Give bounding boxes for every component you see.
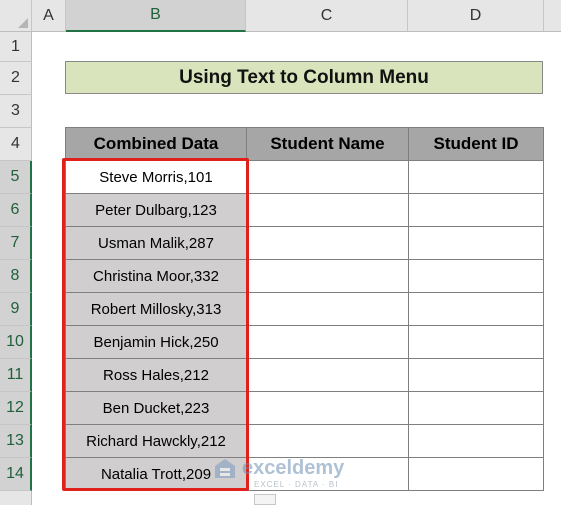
student-name-cell[interactable] xyxy=(246,325,409,359)
row-header-11[interactable]: 11 xyxy=(0,359,32,392)
student-id-cell[interactable] xyxy=(408,424,544,458)
quick-analysis-button[interactable] xyxy=(254,494,276,505)
combined-data-cell[interactable]: Peter Dulbarg,123 xyxy=(65,193,247,227)
row-header-13[interactable]: 13 xyxy=(0,425,32,458)
row-header-7[interactable]: 7 xyxy=(0,227,32,260)
header-student-id[interactable]: Student ID xyxy=(408,127,544,161)
combined-data-cell[interactable]: Christina Moor,332 xyxy=(65,259,247,293)
header-student-name[interactable]: Student Name xyxy=(246,127,409,161)
student-id-cell[interactable] xyxy=(408,292,544,326)
row-header-2[interactable]: 2 xyxy=(0,62,32,95)
combined-data-cell[interactable]: Ross Hales,212 xyxy=(65,358,247,392)
column-header-e[interactable] xyxy=(544,0,561,32)
student-name-cell[interactable] xyxy=(246,424,409,458)
student-id-cell[interactable] xyxy=(408,457,544,491)
row-header-4[interactable]: 4 xyxy=(0,128,32,161)
student-id-cell[interactable] xyxy=(408,193,544,227)
student-name-cell[interactable] xyxy=(246,193,409,227)
row-header-3[interactable]: 3 xyxy=(0,95,32,128)
header-combined-data[interactable]: Combined Data xyxy=(65,127,247,161)
watermark-tagline: EXCEL · DATA · BI xyxy=(254,480,339,489)
select-all-corner[interactable] xyxy=(0,0,32,32)
row-header-8[interactable]: 8 xyxy=(0,260,32,293)
student-id-cell[interactable] xyxy=(408,160,544,194)
row-header-12[interactable]: 12 xyxy=(0,392,32,425)
row-header-6[interactable]: 6 xyxy=(0,194,32,227)
exceldemy-logo-icon xyxy=(215,459,235,478)
row-header-15[interactable] xyxy=(0,491,32,505)
row-header-10[interactable]: 10 xyxy=(0,326,32,359)
combined-data-cell[interactable]: Robert Millosky,313 xyxy=(65,292,247,326)
student-id-cell[interactable] xyxy=(408,391,544,425)
student-id-cell[interactable] xyxy=(408,325,544,359)
student-name-cell[interactable] xyxy=(246,391,409,425)
combined-data-cell[interactable]: Benjamin Hick,250 xyxy=(65,325,247,359)
combined-data-cell[interactable]: Ben Ducket,223 xyxy=(65,391,247,425)
row-header-9[interactable]: 9 xyxy=(0,293,32,326)
sheet-title[interactable]: Using Text to Column Menu xyxy=(65,61,543,94)
student-name-cell[interactable] xyxy=(246,358,409,392)
student-name-cell[interactable] xyxy=(246,259,409,293)
row-header-5[interactable]: 5 xyxy=(0,161,32,194)
combined-data-cell[interactable]: Steve Morris,101 xyxy=(65,160,247,194)
spreadsheet: A B C D 1 2 3 4 5 6 7 8 9 10 11 12 13 14… xyxy=(0,0,561,505)
column-header-b[interactable]: B xyxy=(66,0,246,32)
row-header-14[interactable]: 14 xyxy=(0,458,32,491)
student-name-cell[interactable] xyxy=(246,160,409,194)
student-id-cell[interactable] xyxy=(408,358,544,392)
watermark-brand: exceldemy xyxy=(242,457,345,479)
student-id-cell[interactable] xyxy=(408,226,544,260)
row-header-1[interactable]: 1 xyxy=(0,32,32,62)
column-header-d[interactable]: D xyxy=(408,0,544,32)
combined-data-cell[interactable]: Richard Hawckly,212 xyxy=(65,424,247,458)
watermark: exceldemy EXCEL · DATA · BI xyxy=(210,456,360,492)
combined-data-cell[interactable]: Usman Malik,287 xyxy=(65,226,247,260)
column-header-c[interactable]: C xyxy=(246,0,408,32)
student-name-cell[interactable] xyxy=(246,226,409,260)
student-name-cell[interactable] xyxy=(246,292,409,326)
column-header-a[interactable]: A xyxy=(32,0,66,32)
student-id-cell[interactable] xyxy=(408,259,544,293)
